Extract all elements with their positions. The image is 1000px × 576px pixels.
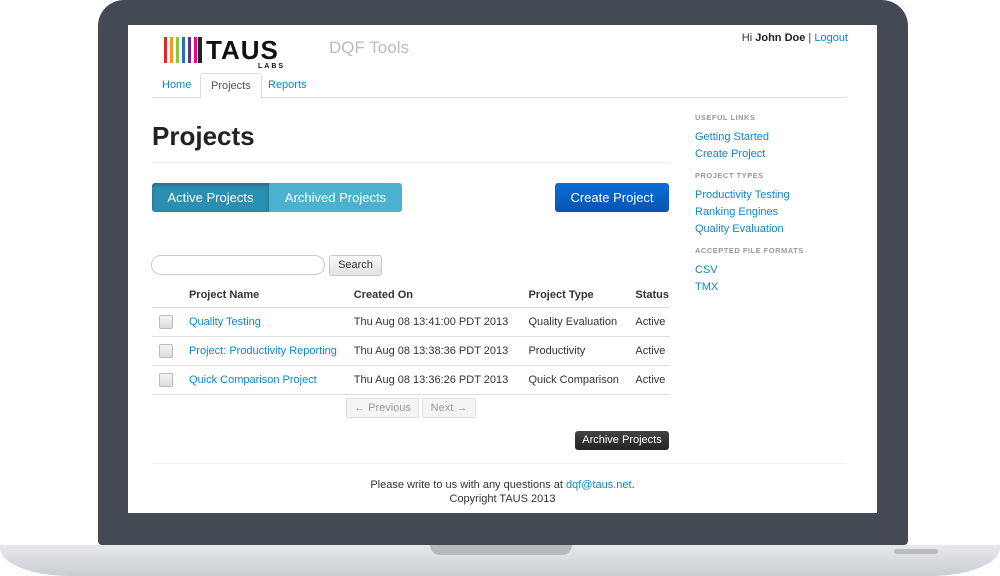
column-header-created: Created On — [352, 282, 528, 308]
laptop-notch — [430, 545, 572, 555]
next-page-button[interactable]: Next → — [422, 398, 476, 418]
logo-bar-icon — [188, 37, 191, 63]
sidebar-link-getting-started[interactable]: Getting Started — [695, 131, 865, 148]
logo-bars-icon — [164, 37, 198, 63]
sidebar-link-csv[interactable]: CSV — [695, 264, 865, 281]
active-projects-button[interactable]: Active Projects — [152, 183, 269, 212]
app-title: DQF Tools — [329, 38, 409, 57]
table-row: Project: Productivity Reporting Thu Aug … — [152, 336, 670, 366]
logo-bar-icon — [176, 37, 179, 63]
tab-projects[interactable]: Projects — [200, 73, 262, 99]
useful-links-heading: USEFUL LINKS — [695, 113, 756, 122]
tab-home[interactable]: Home — [152, 73, 201, 97]
search-button[interactable]: Search — [329, 255, 382, 276]
create-project-button[interactable]: Create Project — [555, 183, 669, 212]
created-on-cell: Thu Aug 08 13:36:26 PDT 2013 — [352, 365, 528, 395]
projects-table: Project Name Created On Project Type Sta… — [152, 282, 670, 395]
user-name: John Doe — [755, 32, 806, 44]
page-title: Projects — [152, 121, 255, 151]
column-header-type: Project Type — [527, 282, 635, 308]
logo-bar-icon — [170, 37, 173, 63]
logo-subtext: LABS — [258, 63, 286, 70]
row-checkbox[interactable] — [159, 315, 173, 329]
logout-link[interactable]: Logout — [814, 32, 848, 44]
search-input[interactable] — [151, 255, 325, 275]
logo-bar-icon — [164, 37, 167, 63]
file-formats-heading: ACCEPTED FILE FORMATS — [695, 246, 804, 255]
sidebar-link-tmx[interactable]: TMX — [695, 281, 865, 298]
footer-period: . — [631, 479, 635, 491]
browser-viewport: TAUS LABS DQF Tools Hi John Doe | Logout… — [128, 25, 877, 513]
archive-projects-button[interactable]: Archive Projects — [575, 431, 669, 450]
laptop-foot — [894, 549, 938, 554]
user-separator: | — [808, 32, 812, 44]
table-row: Quick Comparison Project Thu Aug 08 13:3… — [152, 365, 670, 395]
logo-bracket-icon — [198, 37, 202, 63]
column-header-status: Status — [634, 282, 670, 308]
project-type-cell: Quick Comparison — [527, 365, 635, 395]
created-on-cell: Thu Aug 08 13:41:00 PDT 2013 — [352, 307, 528, 337]
row-checkbox[interactable] — [159, 373, 173, 387]
footer: Please write to us with any questions at… — [128, 478, 877, 506]
project-name-link[interactable]: Project: Productivity Reporting — [189, 345, 337, 357]
sidebar-link-quality-evaluation[interactable]: Quality Evaluation — [695, 223, 865, 240]
table-header-row: Project Name Created On Project Type Sta… — [152, 282, 670, 308]
created-on-cell: Thu Aug 08 13:38:36 PDT 2013 — [352, 336, 528, 366]
logo-text: TAUS — [206, 35, 279, 65]
select-column-header — [152, 282, 188, 308]
project-name-link[interactable]: Quality Testing — [189, 316, 261, 328]
sidebar-link-create-project[interactable]: Create Project — [695, 148, 865, 165]
footer-contact-text: Please write to us with any questions at — [370, 479, 566, 491]
taus-logo[interactable]: TAUS LABS — [164, 35, 290, 70]
column-header-name: Project Name — [187, 282, 353, 308]
user-box: Hi John Doe | Logout — [742, 32, 848, 44]
project-name-link[interactable]: Quick Comparison Project — [189, 374, 317, 386]
footer-divider — [152, 463, 847, 464]
project-types-heading: PROJECT TYPES — [695, 171, 764, 180]
tab-reports[interactable]: Reports — [258, 73, 317, 97]
status-cell: Active — [634, 365, 670, 395]
sidebar-link-ranking-engines[interactable]: Ranking Engines — [695, 206, 865, 223]
previous-page-button[interactable]: ← Previous — [346, 398, 419, 418]
nav-tabs: Home Projects Reports — [152, 73, 847, 99]
sidebar-link-productivity-testing[interactable]: Productivity Testing — [695, 189, 865, 206]
logo-bar-icon — [194, 37, 197, 63]
greeting: Hi — [741, 32, 753, 44]
project-type-cell: Quality Evaluation — [527, 307, 635, 337]
title-divider — [152, 162, 670, 163]
archived-projects-button[interactable]: Archived Projects — [269, 183, 402, 212]
footer-contact-line: Please write to us with any questions at… — [128, 478, 877, 492]
sidebar: USEFUL LINKS Getting Started Create Proj… — [695, 113, 865, 298]
project-type-cell: Productivity — [527, 336, 635, 366]
table-row: Quality Testing Thu Aug 08 13:41:00 PDT … — [152, 307, 670, 337]
project-filter-toggle: Active Projects Archived Projects — [152, 183, 402, 212]
logo-bar-icon — [182, 37, 185, 63]
row-checkbox[interactable] — [159, 344, 173, 358]
footer-email-link[interactable]: dqf@taus.net — [566, 479, 632, 491]
status-cell: Active — [634, 307, 670, 337]
footer-copyright: Copyright TAUS 2013 — [449, 493, 556, 505]
status-cell: Active — [634, 336, 670, 366]
